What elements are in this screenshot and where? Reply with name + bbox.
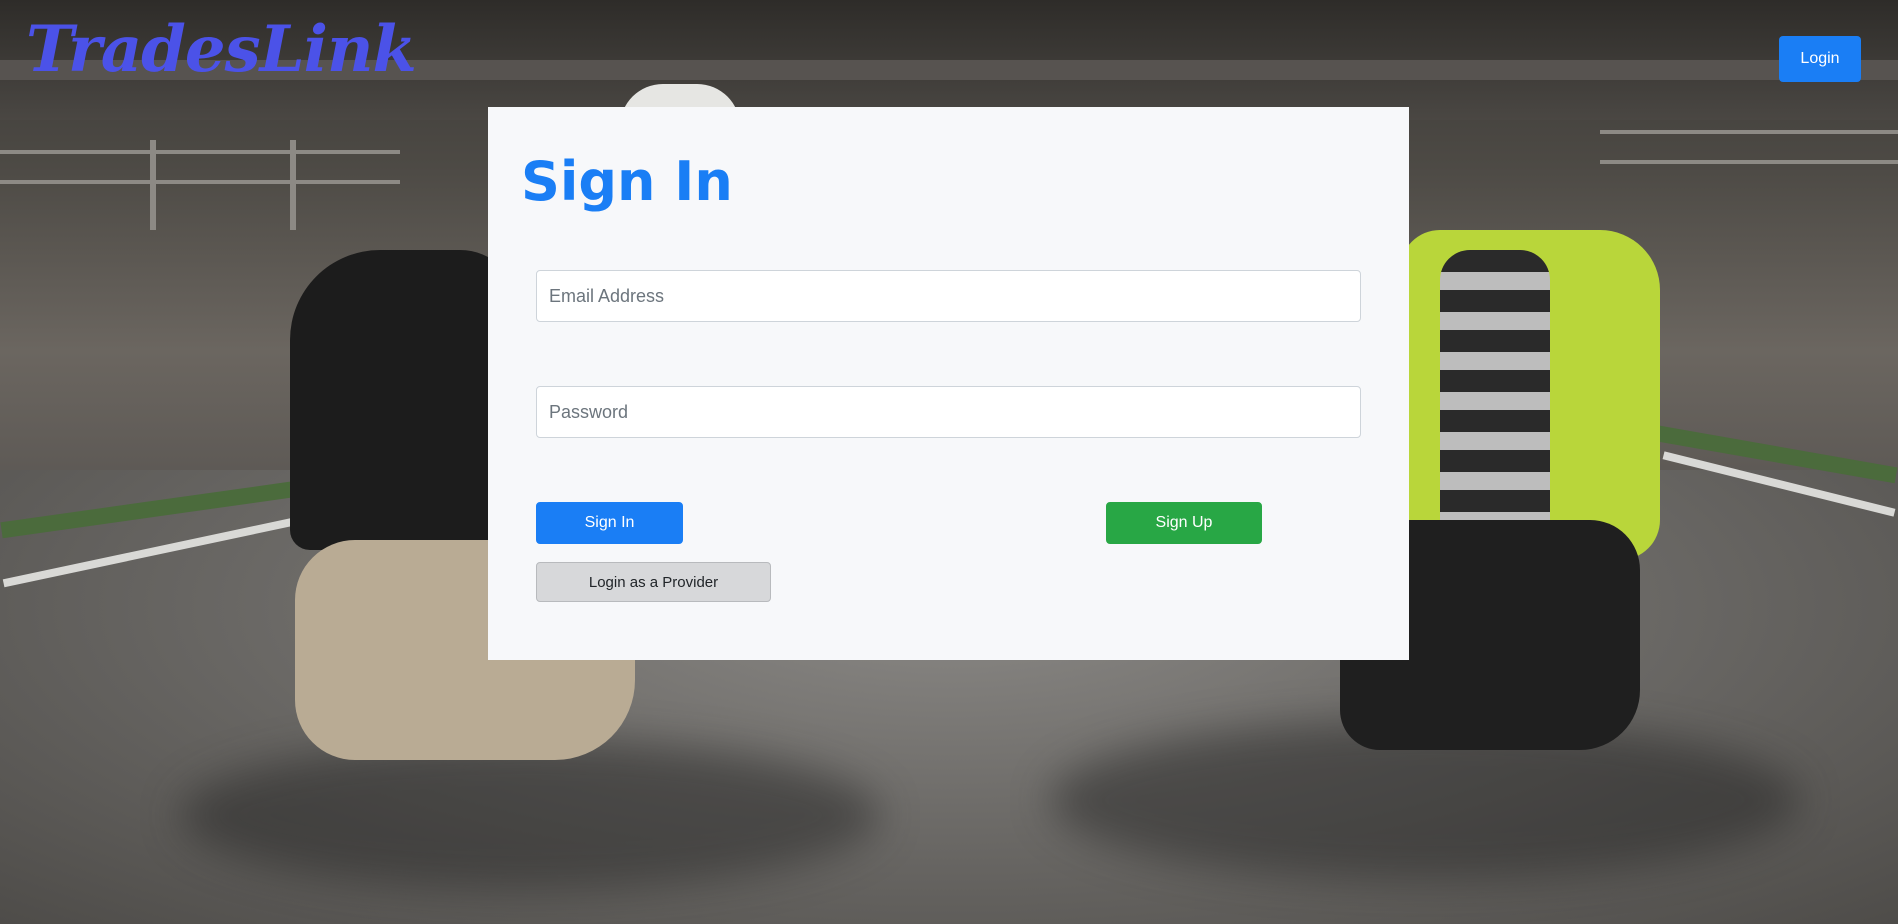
railing-post — [290, 140, 296, 230]
worker-left — [290, 250, 520, 550]
railing — [1600, 130, 1898, 134]
provider-login-button[interactable]: Login as a Provider — [536, 562, 771, 602]
signin-button[interactable]: Sign In — [536, 502, 683, 544]
brand-logo[interactable]: TradesLink — [26, 18, 417, 82]
email-field[interactable] — [536, 270, 1361, 322]
railing — [0, 150, 400, 154]
login-button[interactable]: Login — [1779, 36, 1861, 82]
railing — [1600, 160, 1898, 164]
signup-button[interactable]: Sign Up — [1106, 502, 1262, 544]
page-title: Sign In — [521, 150, 733, 213]
shadow — [180, 740, 880, 890]
railing-post — [150, 140, 156, 230]
password-field[interactable] — [536, 386, 1361, 438]
railing — [0, 180, 400, 184]
signin-card: Sign In Sign In Sign Up Login as a Provi… — [488, 107, 1409, 660]
